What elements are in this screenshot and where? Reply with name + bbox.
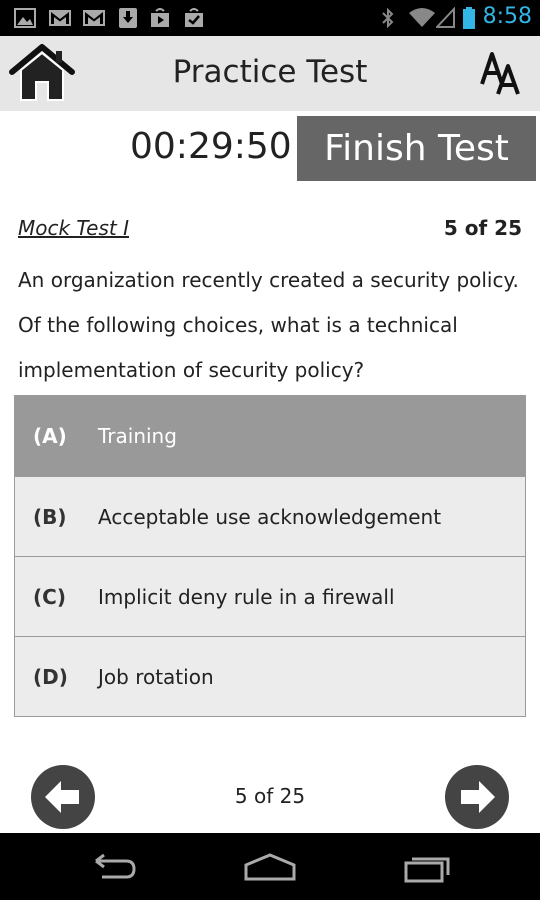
answer-options: (A) Training (B) Acceptable use acknowle… [14, 395, 526, 717]
task-check-icon [185, 8, 203, 27]
image-icon [14, 8, 36, 28]
question-text: An organization recently created a secur… [18, 268, 519, 382]
option-letter: (A) [33, 424, 67, 448]
app-bar: Practice Test [0, 36, 540, 111]
finish-test-button[interactable]: Finish Test [297, 116, 536, 181]
option-letter: (C) [33, 584, 66, 609]
option-b[interactable]: (B) Acceptable use acknowledgement [15, 476, 525, 556]
font-size-icon [480, 52, 520, 95]
system-nav-bar [0, 833, 540, 900]
wifi-icon [409, 8, 435, 27]
option-c[interactable]: (C) Implicit deny rule in a firewall [15, 556, 525, 636]
signal-icon [436, 7, 455, 28]
download-icon [119, 8, 137, 28]
test-name-link[interactable]: Mock Test I [18, 216, 129, 240]
gmail-icon [49, 10, 71, 26]
option-text: Acceptable use acknowledgement [98, 504, 442, 529]
page-title: Practice Test [172, 54, 368, 90]
option-d[interactable]: (D) Job rotation [15, 636, 525, 716]
status-time: 8:58 [482, 4, 532, 29]
gmail-icon [83, 10, 105, 26]
back-icon[interactable] [82, 851, 142, 883]
option-a[interactable]: (A) Training [15, 396, 525, 476]
battery-icon [463, 7, 475, 29]
question-counter: 5 of 25 [443, 216, 522, 240]
next-question-button[interactable] [445, 765, 509, 829]
status-bar: 8:58 [0, 0, 540, 36]
home-nav-icon[interactable] [240, 851, 300, 883]
font-size-button[interactable] [478, 48, 522, 98]
play-store-icon [151, 8, 169, 27]
option-letter: (B) [33, 504, 67, 529]
option-text: Training [98, 424, 177, 448]
recent-apps-icon[interactable] [398, 851, 458, 883]
bluetooth-icon [382, 7, 394, 29]
countdown-timer: 00:29:50 [130, 126, 292, 167]
arrow-right-icon [461, 781, 495, 813]
option-letter: (D) [33, 664, 68, 689]
option-text: Job rotation [98, 664, 214, 689]
option-text: Implicit deny rule in a firewall [98, 584, 395, 609]
